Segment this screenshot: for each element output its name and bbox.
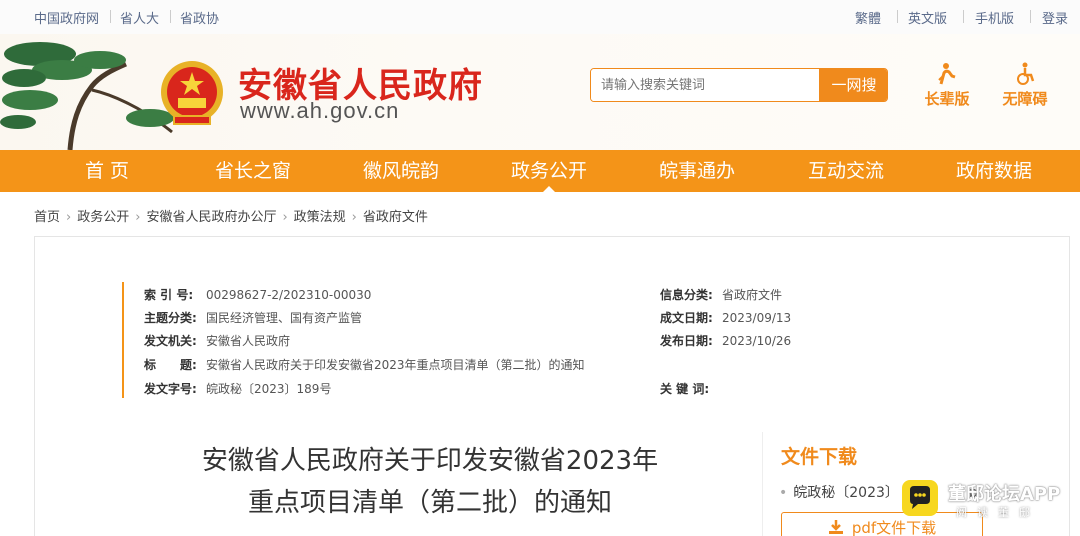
meta-value: 皖政秘〔2023〕189号 bbox=[206, 382, 332, 396]
chevron-right-icon: › bbox=[66, 210, 72, 225]
breadcrumb-policies[interactable]: 政策法规 bbox=[294, 206, 346, 225]
meta-label: 信息分类: bbox=[660, 288, 713, 302]
breadcrumb-provincial-documents[interactable]: 省政府文件 bbox=[363, 206, 428, 225]
meta-label: 成文日期: bbox=[660, 311, 713, 325]
breadcrumb-gov-affairs[interactable]: 政务公开 bbox=[77, 206, 129, 225]
main-nav: 首 页 省长之窗 徽风皖韵 政务公开 皖事通办 互动交流 政府数据 bbox=[0, 150, 1080, 192]
divider bbox=[897, 10, 898, 23]
nav-government-affairs[interactable]: 政务公开 bbox=[484, 150, 614, 192]
search-input[interactable] bbox=[591, 69, 819, 101]
meta-topic: 主题分类: 国民经济管理、国有资产监管 bbox=[144, 309, 362, 326]
meta-keywords: 关 键 词: bbox=[660, 380, 722, 397]
breadcrumb: 首页 › 政务公开 › 安徽省人民政府办公厅 › 政策法规 › 省政府文件 bbox=[34, 206, 428, 225]
nav-home[interactable]: 首 页 bbox=[42, 150, 172, 192]
elder-icon bbox=[938, 63, 956, 85]
forum-logo-icon bbox=[902, 480, 938, 516]
download-file-name: 皖政秘〔2023〕 bbox=[793, 485, 899, 501]
watermark-subtext: 阅读董邸 bbox=[956, 506, 1040, 519]
nav-government-data[interactable]: 政府数据 bbox=[929, 150, 1059, 192]
download-title: 文件下载 bbox=[781, 446, 858, 468]
meta-created-date: 成文日期: 2023/09/13 bbox=[660, 309, 791, 326]
top-utility-bar: 中国政府网 省人大 省政协 繁體 英文版 手机版 登录 bbox=[0, 0, 1080, 34]
meta-label: 主题分类: bbox=[144, 311, 197, 325]
divider bbox=[1030, 10, 1031, 23]
meta-label: 发布日期: bbox=[660, 334, 713, 348]
link-provincial-congress[interactable]: 省人大 bbox=[120, 8, 159, 27]
meta-category: 信息分类: 省政府文件 bbox=[660, 286, 782, 303]
divider bbox=[110, 10, 111, 23]
meta-value: 2023/09/13 bbox=[722, 311, 792, 325]
document-title-line1: 安徽省人民政府关于印发安徽省2023年 bbox=[201, 446, 659, 476]
document-title: 安徽省人民政府关于印发安徽省2023年 重点项目清单（第二批）的通知 bbox=[160, 440, 700, 524]
breadcrumb-home[interactable]: 首页 bbox=[34, 206, 60, 225]
meta-label: 标 题: bbox=[144, 358, 197, 372]
watermark: 董邸论坛APP 阅读董邸 bbox=[898, 476, 1078, 524]
meta-value: 2023/10/26 bbox=[722, 334, 792, 348]
accessibility-button[interactable]: 无障碍 bbox=[990, 62, 1060, 109]
wheelchair-icon bbox=[1017, 62, 1035, 85]
document-title-line2: 重点项目清单（第二批）的通知 bbox=[247, 488, 612, 518]
meta-published-date: 发布日期: 2023/10/26 bbox=[660, 332, 791, 349]
search-box: 一网搜 bbox=[590, 68, 888, 102]
accessibility-label: 无障碍 bbox=[1002, 90, 1048, 108]
link-traditional-chinese[interactable]: 繁體 bbox=[855, 8, 881, 27]
elder-mode-button[interactable]: 长辈版 bbox=[912, 62, 982, 109]
site-url: www.ah.gov.cn bbox=[240, 98, 400, 123]
nav-interaction[interactable]: 互动交流 bbox=[781, 150, 911, 192]
meta-issuer: 发文机关: 安徽省人民政府 bbox=[144, 332, 290, 349]
watermark-text: 董邸论坛APP bbox=[948, 484, 1061, 505]
breadcrumb-general-office[interactable]: 安徽省人民政府办公厅 bbox=[146, 206, 276, 225]
meta-value: 00298627-2/202310-00030 bbox=[206, 288, 372, 302]
divider bbox=[170, 10, 171, 23]
document-meta-table: 索 引 号: 00298627-2/202310-00030 信息分类: 省政府文件… bbox=[122, 282, 942, 398]
link-mobile[interactable]: 手机版 bbox=[975, 8, 1014, 27]
link-english[interactable]: 英文版 bbox=[908, 8, 947, 27]
nav-online-services[interactable]: 皖事通办 bbox=[632, 150, 762, 192]
elder-mode-label: 长辈版 bbox=[924, 90, 970, 108]
meta-label: 索 引 号: bbox=[144, 288, 194, 302]
chevron-right-icon: › bbox=[351, 210, 357, 225]
national-emblem-icon bbox=[161, 61, 223, 125]
meta-label: 关 键 词: bbox=[660, 382, 710, 396]
chat-bubble-icon bbox=[910, 486, 930, 509]
meta-value: 安徽省人民政府 bbox=[206, 334, 291, 348]
chevron-right-icon: › bbox=[135, 210, 141, 225]
meta-title: 标 题: 安徽省人民政府关于印发安徽省2023年重点项目清单（第二批）的通知 bbox=[144, 356, 585, 373]
link-china-gov[interactable]: 中国政府网 bbox=[34, 8, 99, 27]
divider bbox=[963, 10, 964, 23]
download-icon bbox=[828, 520, 843, 534]
link-login[interactable]: 登录 bbox=[1042, 8, 1068, 27]
meta-value: 国民经济管理、国有资产监管 bbox=[206, 311, 363, 325]
meta-label: 发文字号: bbox=[144, 382, 197, 396]
search-button[interactable]: 一网搜 bbox=[819, 69, 887, 101]
nav-anhui-culture[interactable]: 徽风皖韵 bbox=[336, 150, 466, 192]
meta-index: 索 引 号: 00298627-2/202310-00030 bbox=[144, 286, 371, 303]
meta-label: 发文机关: bbox=[144, 334, 197, 348]
pine-tree-image bbox=[0, 42, 174, 150]
link-provincial-cppcc[interactable]: 省政协 bbox=[180, 8, 219, 27]
meta-doc-number: 发文字号: 皖政秘〔2023〕189号 bbox=[144, 380, 331, 397]
meta-value: 安徽省人民政府关于印发安徽省2023年重点项目清单（第二批）的通知 bbox=[206, 358, 585, 372]
meta-value: 省政府文件 bbox=[722, 288, 783, 302]
nav-governor-window[interactable]: 省长之窗 bbox=[188, 150, 318, 192]
chevron-right-icon: › bbox=[282, 210, 288, 225]
